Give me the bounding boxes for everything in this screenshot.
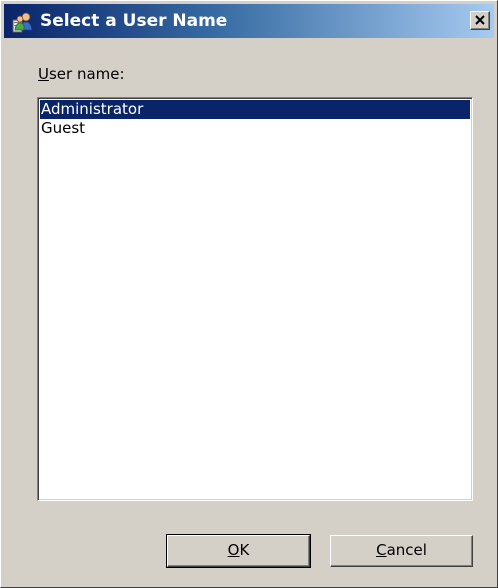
window-title: Select a User Name <box>40 11 228 31</box>
select-user-dialog: Select a User Name User name: Administra… <box>0 0 498 588</box>
cancel-label: ancel <box>386 541 427 559</box>
ok-label: K <box>239 541 250 559</box>
cancel-mnemonic: C <box>376 541 387 559</box>
cancel-button[interactable]: Cancel <box>330 535 473 567</box>
title-bar[interactable]: Select a User Name <box>4 4 494 38</box>
ok-mnemonic: O <box>227 541 240 559</box>
close-icon <box>475 15 485 25</box>
list-item-guest[interactable]: Guest <box>40 119 470 138</box>
ok-button[interactable]: OK <box>166 534 311 568</box>
close-button[interactable] <box>470 11 490 30</box>
label-text: ser name: <box>48 65 125 83</box>
list-item-administrator[interactable]: Administrator <box>40 100 470 119</box>
user-name-label: User name: <box>38 65 125 83</box>
users-icon <box>11 10 35 34</box>
user-name-list[interactable]: Administrator Guest <box>37 97 473 501</box>
label-mnemonic: U <box>38 65 49 83</box>
